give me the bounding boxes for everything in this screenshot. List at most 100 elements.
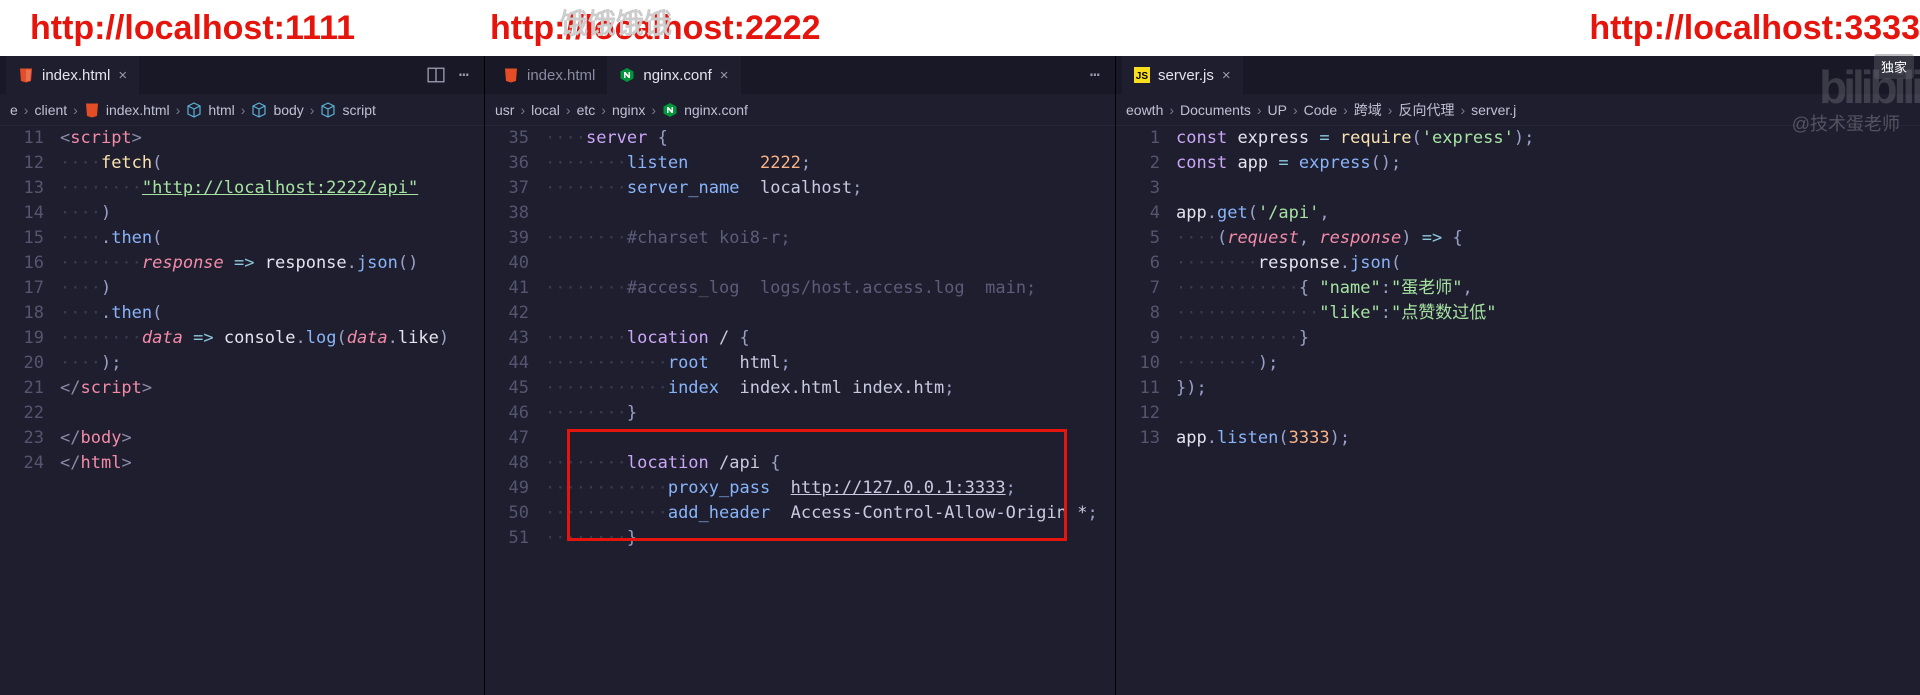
code-line[interactable]: <script> <box>60 126 484 151</box>
code-area[interactable]: ····server {········listen 2222;········… <box>545 126 1115 695</box>
tab-server-js[interactable]: JS server.js × <box>1122 56 1243 94</box>
chevron-right-icon: › <box>1343 102 1348 118</box>
line-number: 20 <box>0 351 44 376</box>
tab-nginx-conf[interactable]: nginx.conf × <box>607 56 740 94</box>
code-line[interactable]: ····); <box>60 351 484 376</box>
line-number: 4 <box>1116 201 1160 226</box>
code-line[interactable] <box>1176 176 1920 201</box>
code-line[interactable]: ··············"like":"点赞数过低" <box>1176 301 1920 326</box>
code-line[interactable] <box>60 401 484 426</box>
crumb-segment[interactable]: server.j <box>1471 102 1516 118</box>
line-number: 48 <box>485 451 529 476</box>
close-icon[interactable]: × <box>1222 67 1231 84</box>
code-line[interactable] <box>1176 401 1920 426</box>
code-line[interactable]: ····server { <box>545 126 1115 151</box>
code-line[interactable]: ············} <box>1176 326 1920 351</box>
code-line[interactable] <box>545 426 1115 451</box>
code-line[interactable]: app.get('/api', <box>1176 201 1920 226</box>
code-line[interactable]: ········response => response.json() <box>60 251 484 276</box>
crumb-segment[interactable]: html <box>208 102 234 118</box>
code-line[interactable]: ········listen 2222; <box>545 151 1115 176</box>
code-line[interactable]: ········"http://localhost:2222/api" <box>60 176 484 201</box>
crumb-segment[interactable]: client <box>34 102 67 118</box>
code-line[interactable]: ····(request, response) => { <box>1176 226 1920 251</box>
code-line[interactable]: </script> <box>60 376 484 401</box>
split-editor-button[interactable] <box>422 61 450 89</box>
crumb-segment[interactable]: e <box>10 102 18 118</box>
close-icon[interactable]: × <box>720 67 729 84</box>
crumb-segment[interactable]: local <box>531 102 560 118</box>
code-line[interactable]: ····) <box>60 276 484 301</box>
code-line[interactable]: ········server_name localhost; <box>545 176 1115 201</box>
code-line[interactable]: ········location /api { <box>545 451 1115 476</box>
code-line[interactable]: </body> <box>60 426 484 451</box>
crumb-segment[interactable]: usr <box>495 102 514 118</box>
line-number: 22 <box>0 401 44 426</box>
line-number: 12 <box>0 151 44 176</box>
code-line[interactable]: ········#charset koi8-r; <box>545 226 1115 251</box>
tab-index-html[interactable]: index.html × <box>6 56 139 94</box>
code-line[interactable] <box>545 301 1115 326</box>
code-line[interactable]: ············index index.html index.htm; <box>545 376 1115 401</box>
crumb-segment[interactable]: body <box>273 102 303 118</box>
code-line[interactable]: ············proxy_pass http://127.0.0.1:… <box>545 476 1115 501</box>
tab-index-html-inactive[interactable]: index.html <box>491 56 607 94</box>
close-icon[interactable]: × <box>118 67 127 84</box>
code-line[interactable]: ········#access_log logs/host.access.log… <box>545 276 1115 301</box>
tab-label: nginx.conf <box>643 67 711 84</box>
line-number: 51 <box>485 526 529 551</box>
crumb-segment[interactable]: nginx <box>612 102 645 118</box>
code-line[interactable] <box>545 201 1115 226</box>
crumb-segment[interactable]: index.html <box>106 102 170 118</box>
line-number: 9 <box>1116 326 1160 351</box>
crumb-segment[interactable]: Documents <box>1180 102 1251 118</box>
code-line[interactable]: ············root html; <box>545 351 1115 376</box>
chevron-right-icon: › <box>241 102 246 118</box>
code-area[interactable]: const express = require('express');const… <box>1176 126 1920 695</box>
code-line[interactable]: </html> <box>60 451 484 476</box>
code-line[interactable]: ············add_header Access-Control-Al… <box>545 501 1115 526</box>
crumb-segment[interactable]: Code <box>1304 102 1337 118</box>
code-line[interactable] <box>545 251 1115 276</box>
line-gutter: 3536373839404142434445464748495051 <box>485 126 545 695</box>
crumb-segment[interactable]: UP <box>1268 102 1287 118</box>
js-icon: JS <box>1134 67 1150 83</box>
code-line[interactable]: ····) <box>60 201 484 226</box>
code-area[interactable]: <script>····fetch(········"http://localh… <box>60 126 484 695</box>
code-line[interactable]: ············{ "name":"蛋老师", <box>1176 276 1920 301</box>
code-line[interactable]: const express = require('express'); <box>1176 126 1920 151</box>
line-number: 50 <box>485 501 529 526</box>
code-line[interactable]: ········} <box>545 401 1115 426</box>
code-line[interactable]: ········} <box>545 526 1115 551</box>
line-number: 46 <box>485 401 529 426</box>
code-editor[interactable]: 12345678910111213 const express = requir… <box>1116 126 1920 695</box>
code-line[interactable]: ····fetch( <box>60 151 484 176</box>
code-line[interactable]: ········response.json( <box>1176 251 1920 276</box>
crumb-segment[interactable]: 反向代理 <box>1398 100 1454 120</box>
crumb-segment[interactable]: 跨域 <box>1354 100 1382 120</box>
crumb-segment[interactable]: nginx.conf <box>684 102 748 118</box>
chevron-right-icon: › <box>310 102 315 118</box>
code-editor[interactable]: 3536373839404142434445464748495051 ····s… <box>485 126 1115 695</box>
code-line[interactable]: ········location / { <box>545 326 1115 351</box>
code-line[interactable]: app.listen(3333); <box>1176 426 1920 451</box>
crumb-segment[interactable]: etc <box>577 102 596 118</box>
code-line[interactable]: ········); <box>1176 351 1920 376</box>
chevron-right-icon: › <box>520 102 525 118</box>
crumb-segment[interactable]: script <box>342 102 375 118</box>
chevron-right-icon: › <box>1293 102 1298 118</box>
breadcrumb[interactable]: e ›client › index.html › html › body › s… <box>0 94 484 126</box>
code-line[interactable]: ········data => console.log(data.like) <box>60 326 484 351</box>
chevron-right-icon: › <box>24 102 29 118</box>
line-number: 2 <box>1116 151 1160 176</box>
line-number: 13 <box>0 176 44 201</box>
code-line[interactable]: }); <box>1176 376 1920 401</box>
code-line[interactable]: ····.then( <box>60 226 484 251</box>
code-editor[interactable]: 1112131415161718192021222324 <script>···… <box>0 126 484 695</box>
breadcrumb[interactable]: usr ›local ›etc ›nginx › nginx.conf <box>485 94 1115 126</box>
code-line[interactable]: ····.then( <box>60 301 484 326</box>
code-line[interactable]: const app = express(); <box>1176 151 1920 176</box>
more-actions-button[interactable]: ⋯ <box>450 61 478 89</box>
crumb-segment[interactable]: eowth <box>1126 102 1163 118</box>
more-actions-button[interactable]: ⋯ <box>1081 61 1109 89</box>
